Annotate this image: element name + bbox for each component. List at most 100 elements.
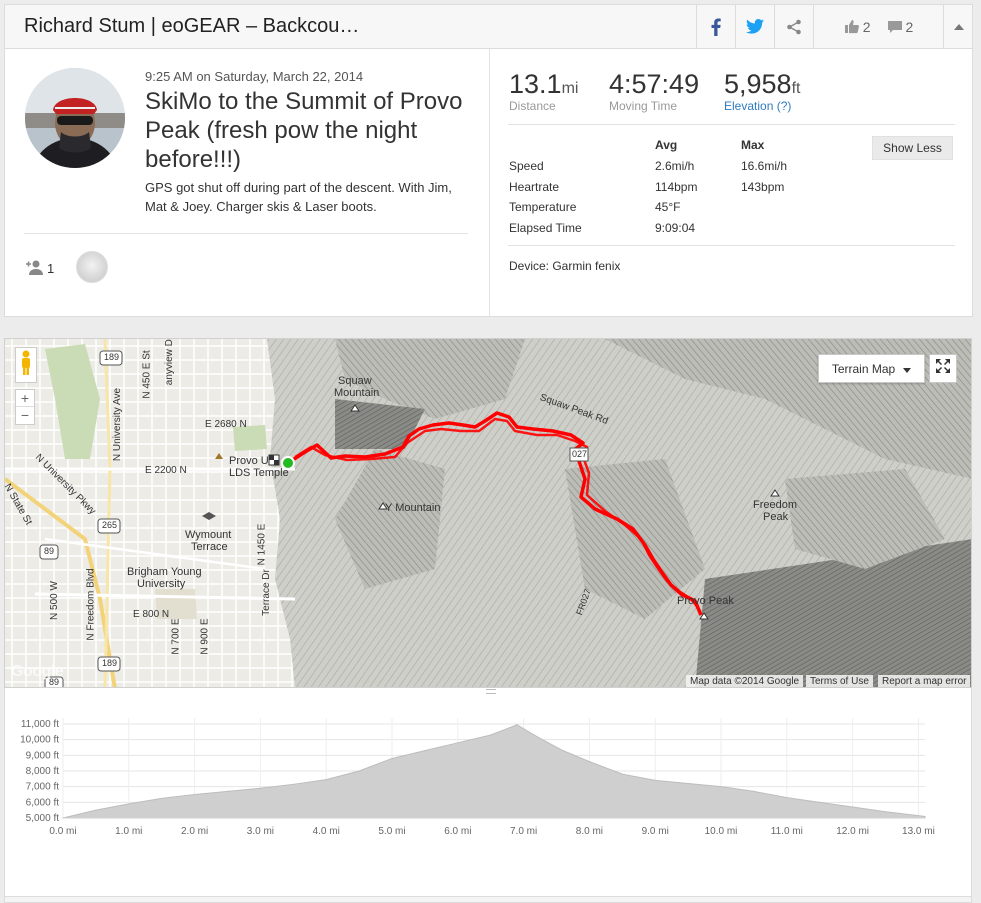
athlete-avatar[interactable] xyxy=(25,68,125,168)
add-athlete-icon xyxy=(25,259,43,278)
comments-button[interactable]: 2 xyxy=(887,19,913,35)
share-button[interactable] xyxy=(774,5,813,48)
route-shield-label: 265 xyxy=(102,520,118,530)
elevation-help-link[interactable]: Elevation (?) xyxy=(724,99,800,113)
resize-handle[interactable] xyxy=(486,689,496,694)
moving-time-label: Moving Time xyxy=(609,99,678,113)
activity-on: on xyxy=(196,69,211,84)
kudos-button[interactable]: 2 xyxy=(844,19,871,35)
route-shield-label: 189 xyxy=(104,352,120,362)
stat-row-avg: 45°F xyxy=(655,200,681,214)
map-label: E 2200 N xyxy=(145,465,187,476)
fullscreen-button[interactable] xyxy=(929,354,957,383)
facebook-share-button[interactable] xyxy=(696,5,735,48)
elevation-point xyxy=(536,735,538,738)
elevation-point xyxy=(226,790,229,792)
distance-stat: 13.1mi Distance xyxy=(509,69,578,113)
route-shield-label: 189 xyxy=(102,658,118,668)
map-label: Terrace xyxy=(191,541,228,553)
divider xyxy=(489,49,490,316)
stat-row-label: Elapsed Time xyxy=(509,221,582,235)
map-label: University xyxy=(137,578,186,590)
elevation-chart[interactable]: 5,000 ft 6,000 ft 7,000 ft 8,000 ft 9,000 ft… xyxy=(5,688,973,896)
map-label: Y Mountain xyxy=(385,502,441,514)
route-shield-label: 89 xyxy=(44,546,55,556)
social-counts: 2 2 xyxy=(813,5,943,48)
elevation-point xyxy=(562,750,564,752)
elevation-point xyxy=(924,815,926,818)
map-label: Wymount xyxy=(185,529,232,541)
elevation-profile: 5,000 ft 6,000 ft 7,000 ft 8,000 ft 9,000 ft… xyxy=(4,688,972,898)
stat-row-label: Heartrate xyxy=(509,180,560,194)
moving-time-value: 4:57:49 xyxy=(609,69,700,99)
y-tick-label: 6,000 ft xyxy=(26,797,60,808)
map-label: N Freedom Blvd xyxy=(85,568,97,641)
twitter-icon xyxy=(746,19,764,34)
elevation-point xyxy=(852,806,854,808)
comment-icon xyxy=(887,20,903,34)
x-tick-label: 10.0 mi xyxy=(705,826,738,837)
x-tick-label: 12.0 mi xyxy=(836,826,869,837)
google-logo: Google xyxy=(11,663,64,680)
report-map-error-link[interactable]: Report a map error xyxy=(878,675,971,687)
elevation-point xyxy=(654,779,656,781)
map-label: N University Ave xyxy=(112,387,124,462)
zoom-controls: + − xyxy=(15,389,35,425)
elevation-point xyxy=(292,783,294,785)
route-shield-label: 027 xyxy=(572,449,588,459)
map-type-select[interactable]: Terrain Map xyxy=(818,354,925,383)
next-section-edge xyxy=(4,896,972,903)
elevation-point xyxy=(391,757,393,760)
elevation-point xyxy=(621,773,623,775)
stat-row-label: Temperature xyxy=(509,200,577,214)
stat-row-max: 143bpm xyxy=(741,180,785,194)
street-view-pegman[interactable] xyxy=(15,347,37,383)
collapse-button[interactable] xyxy=(943,5,973,48)
stat-row-label: Speed xyxy=(509,159,544,173)
stat-row-avg: 114bpm xyxy=(655,180,698,194)
x-tick-label: 9.0 mi xyxy=(642,826,669,837)
elevation-point xyxy=(884,811,887,813)
athletes-count: 1 xyxy=(47,261,55,276)
caret-up-icon xyxy=(953,23,964,30)
elevation-point xyxy=(457,742,459,744)
divider xyxy=(24,233,468,234)
x-tick-label: 6.0 mi xyxy=(444,826,471,837)
twitter-share-button[interactable] xyxy=(735,5,774,48)
terms-of-use-link[interactable]: Terms of Use xyxy=(806,675,873,687)
distance-label: Distance xyxy=(509,99,556,113)
group-athletes[interactable]: 1 xyxy=(25,259,54,278)
x-tick-label: 2.0 mi xyxy=(181,826,208,837)
route-map[interactable]: Squaw Mountain Squaw Peak Rd Y Mountain … xyxy=(4,338,972,688)
elevation-point xyxy=(95,809,97,811)
map-label: Squaw xyxy=(338,375,372,387)
elevation-point xyxy=(358,770,360,772)
y-tick-label: 9,000 ft xyxy=(26,750,60,761)
x-tick-label: 8.0 mi xyxy=(576,826,603,837)
map-label: Brigham Young xyxy=(127,566,202,578)
map-label: N 500 W xyxy=(48,581,60,620)
elevation-point xyxy=(786,797,788,799)
map-label: Freedom xyxy=(753,499,798,511)
zoom-in-button[interactable]: + xyxy=(16,390,34,407)
x-tick-label: 7.0 mi xyxy=(510,826,537,837)
elevation-point xyxy=(490,734,492,736)
kudos-count: 2 xyxy=(862,18,871,35)
y-tick-label: 10,000 ft xyxy=(20,735,59,746)
show-less-button[interactable]: Show Less xyxy=(872,136,953,160)
activity-header: Richard Stum | eoGEAR – Backcou… 2 2 xyxy=(4,4,973,49)
elevation-unit: ft xyxy=(791,80,801,97)
distance-value: 13.1 xyxy=(509,69,562,99)
elevation-point xyxy=(161,797,163,800)
map-label: N 1450 E xyxy=(256,523,268,566)
divider xyxy=(508,245,955,246)
athlete-avatar-small[interactable] xyxy=(76,251,108,283)
activity-summary: 9:25 AM on Saturday, March 22, 2014 SkiM… xyxy=(4,49,973,317)
stat-row-avg: 9:09:04 xyxy=(655,221,696,235)
map-label: N 450 E St xyxy=(141,350,153,399)
x-tick-label: 5.0 mi xyxy=(378,826,405,837)
share-icon xyxy=(786,19,802,35)
activity-time: 9:25 AM xyxy=(145,69,193,84)
zoom-out-button[interactable]: − xyxy=(16,407,34,424)
distance-unit: mi xyxy=(561,80,579,97)
